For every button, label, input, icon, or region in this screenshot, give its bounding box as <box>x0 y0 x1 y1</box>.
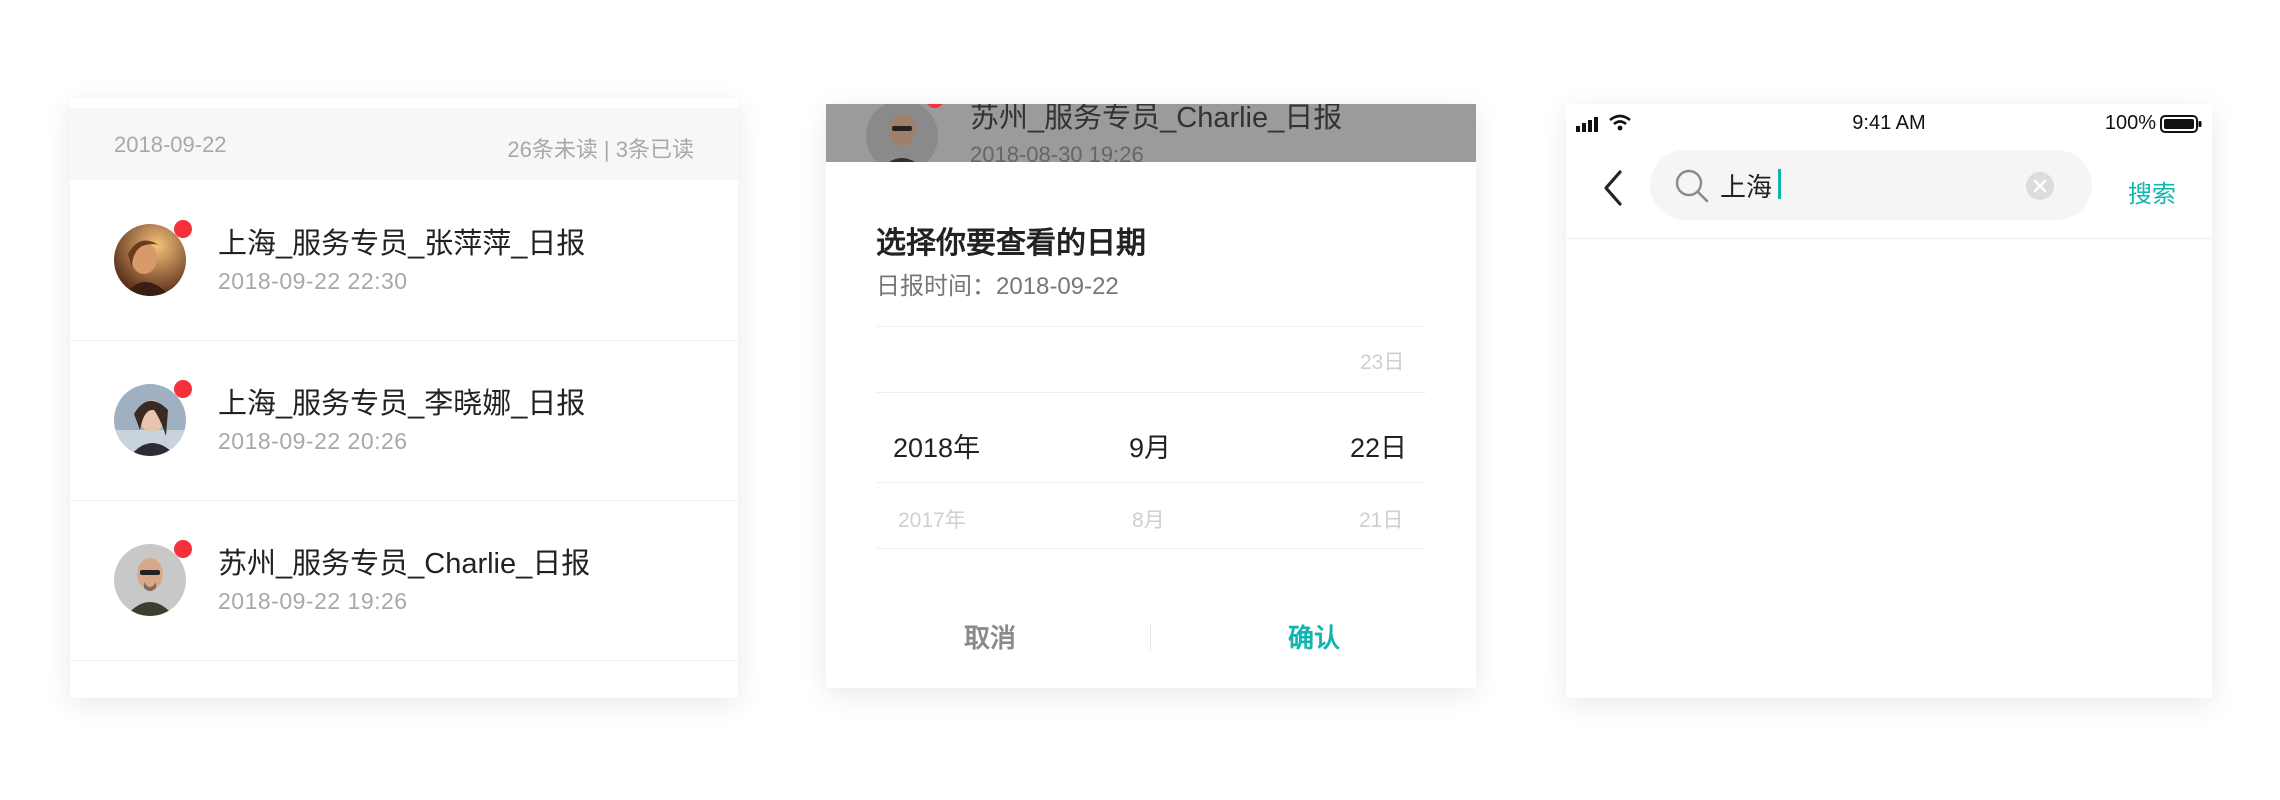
divider <box>876 548 1426 549</box>
list-item[interactable]: 上海_服务专员_张萍萍_日报 2018-09-22 22:30 <box>70 180 738 341</box>
clear-icon[interactable] <box>2026 172 2054 200</box>
list-item[interactable]: 苏州_服务专员_Charlie_日报 2018-09-22 19:26 <box>70 500 738 661</box>
avatar <box>114 220 192 296</box>
search-button[interactable]: 搜索 <box>2128 174 2176 209</box>
year-selected[interactable]: 2018年 <box>893 426 980 465</box>
unread-dot <box>926 104 944 108</box>
battery-icon <box>2160 115 2202 133</box>
battery-percent: 100% <box>2104 112 2156 134</box>
report-time: 2018-08-30 19:26 <box>970 142 1144 162</box>
search-field[interactable] <box>1650 150 2092 220</box>
back-icon[interactable] <box>1602 168 1624 208</box>
date-picker-dialog: 苏州_服务专员_Charlie_日报 2018-08-30 19:26 选择你要… <box>826 104 1476 688</box>
cancel-button[interactable]: 取消 <box>964 618 1016 655</box>
unread-dot <box>174 380 192 398</box>
unread-dot <box>174 220 192 238</box>
report-list-panel: 2018-09-22 26条未读 | 3条已读 上海_服务专员_张萍萍_日报 2… <box>70 98 738 698</box>
picker-title: 选择你要查看的日期 <box>876 227 1146 260</box>
divider <box>876 326 1426 327</box>
status-bar: 9:41 AM 100% <box>1566 104 2212 144</box>
list-header: 2018-09-22 26条未读 | 3条已读 <box>70 108 738 180</box>
unread-dot <box>174 540 192 558</box>
divider <box>876 482 1426 483</box>
list-item[interactable]: 上海_服务专员_李晓娜_日报 2018-09-22 20:26 <box>70 340 738 501</box>
avatar <box>114 380 192 456</box>
year-option[interactable]: 2017年 <box>898 504 966 534</box>
month-selected[interactable]: 9月 <box>1129 426 1171 465</box>
report-time: 2018-09-22 19:26 <box>218 588 408 614</box>
confirm-button[interactable]: 确认 <box>1288 618 1340 655</box>
read-counts: 26条未读 | 3条已读 <box>507 137 694 162</box>
search-screen: 9:41 AM 100% 搜索 <box>1566 104 2212 698</box>
list-header-date: 2018-09-22 <box>114 132 227 157</box>
report-title: 苏州_服务专员_Charlie_日报 <box>218 548 591 580</box>
avatar <box>866 104 944 162</box>
picker-subtitle: 日报时间：2018-09-22 <box>876 273 1119 300</box>
report-time: 2018-09-22 22:30 <box>218 268 408 294</box>
day-option[interactable]: 21日 <box>1359 504 1403 534</box>
text-caret <box>1778 169 1781 199</box>
dimmed-background-item: 苏州_服务专员_Charlie_日报 2018-08-30 19:26 <box>826 104 1476 162</box>
divider <box>876 392 1426 393</box>
report-title: 上海_服务专员_李晓娜_日报 <box>218 388 586 420</box>
month-option[interactable]: 8月 <box>1132 504 1165 534</box>
search-bar-row: 搜索 <box>1566 144 2212 239</box>
day-option[interactable]: 23日 <box>1360 346 1404 376</box>
report-title: 苏州_服务专员_Charlie_日报 <box>970 104 1343 134</box>
report-time: 2018-09-22 20:26 <box>218 428 408 454</box>
search-input[interactable] <box>1720 166 2020 204</box>
avatar <box>114 540 192 616</box>
day-selected[interactable]: 22日 <box>1350 426 1407 465</box>
report-title: 上海_服务专员_张萍萍_日报 <box>218 228 586 260</box>
search-icon <box>1675 169 1709 203</box>
button-separator <box>1150 624 1151 650</box>
